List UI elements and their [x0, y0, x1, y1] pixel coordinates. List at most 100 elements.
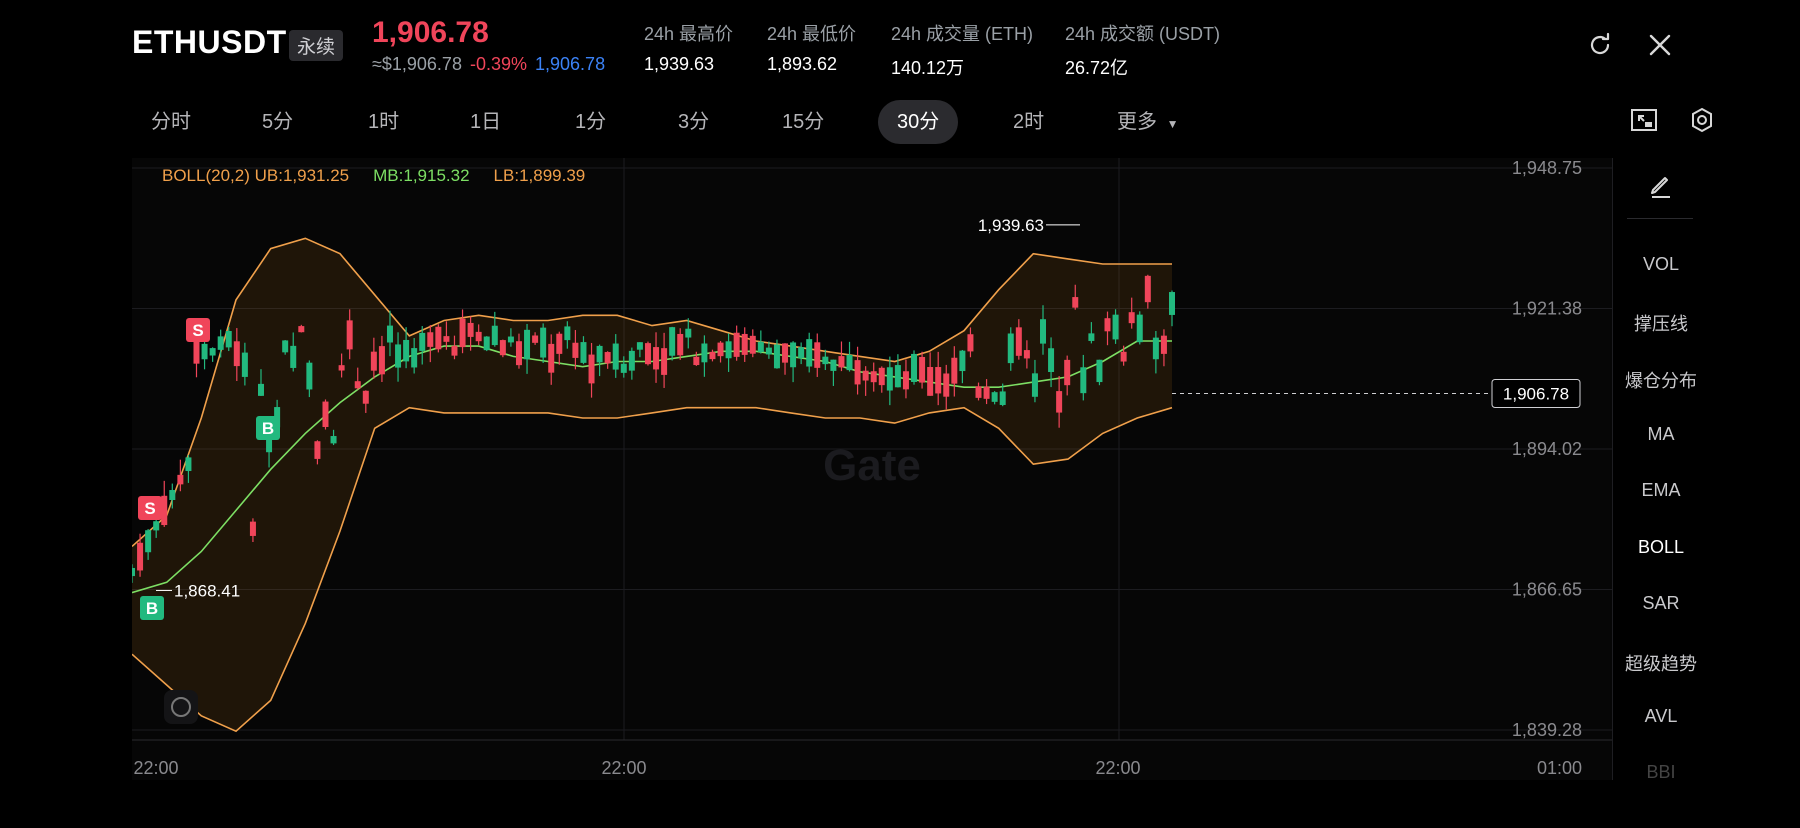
sidebar-item-ma[interactable]: MA: [1613, 424, 1709, 445]
fullscreen-chart-icon[interactable]: [1626, 102, 1662, 138]
change-percent: -0.39%: [469, 54, 528, 74]
gate-watermark: Gate: [823, 441, 921, 490]
candle-body: [846, 354, 853, 371]
price-axis-label: 1,894.02: [1512, 439, 1582, 459]
candle-body: [894, 365, 901, 388]
candle-body: [612, 343, 619, 370]
legend-boll-params: BOLL(20,2): [162, 166, 250, 185]
more-label: 更多: [1117, 111, 1157, 133]
candle-body: [459, 318, 466, 348]
candle-body: [290, 345, 297, 368]
sidebar-item-vol[interactable]: VOL: [1613, 254, 1709, 275]
candle-body: [1080, 367, 1087, 394]
candle-body: [378, 346, 385, 375]
candle-body: [878, 367, 885, 386]
candle-body: [483, 336, 490, 351]
candle-body: [733, 332, 740, 357]
candle-body: [1136, 314, 1143, 343]
candle-body: [233, 341, 240, 367]
candle-body: [1056, 391, 1063, 413]
candle-body: [790, 342, 797, 368]
tab-1m[interactable]: 1分: [575, 100, 606, 144]
sidebar-item-avl[interactable]: AVL: [1613, 706, 1709, 727]
sell-marker: S: [144, 499, 155, 518]
candle-body: [306, 362, 313, 390]
sidebar-item-boll[interactable]: BOLL: [1613, 537, 1709, 558]
stat-label: 24h 成交量 (ETH): [891, 24, 1034, 44]
candle-body: [886, 367, 893, 391]
buy-marker: B: [146, 599, 158, 618]
sidebar-item-bbi[interactable]: BBI: [1613, 762, 1709, 778]
refresh-icon[interactable]: [1582, 27, 1618, 63]
candle-body: [798, 347, 805, 359]
settings-icon[interactable]: [1684, 102, 1720, 138]
sidebar-item-ema[interactable]: EMA: [1613, 480, 1709, 501]
candle-body: [217, 336, 224, 350]
indicator-sidebar: VOL 撑压线 爆仓分布 MA EMA BOLL SAR 超级趋势 AVL BB…: [1612, 158, 1709, 780]
stat-24h-turnover: 24h 成交额 (USDT) 26.72亿: [1065, 20, 1220, 80]
tab-3m[interactable]: 3分: [678, 100, 709, 144]
candle-body: [185, 457, 192, 472]
candle-body: [782, 343, 789, 363]
current-price-label: 1,906.78: [1503, 384, 1569, 403]
candle-body: [870, 371, 877, 383]
candle-body: [249, 521, 256, 536]
candle-body: [951, 357, 958, 384]
sidebar-item-support-resistance[interactable]: 撑压线: [1613, 310, 1709, 336]
candle-body: [927, 367, 934, 396]
candle-body: [257, 383, 264, 396]
candle-body: [467, 322, 474, 337]
sidebar-item-liquidation[interactable]: 爆仓分布: [1613, 367, 1709, 393]
sidebar-item-supertrend[interactable]: 超级趋势: [1613, 650, 1709, 676]
candle-body: [854, 360, 861, 385]
candle-body: [370, 351, 377, 371]
price-subline: ≈$1,906.78 -0.39% 1,906.78: [372, 54, 605, 75]
legend-ub: UB:1,931.25: [254, 166, 350, 185]
interval-tabs: 分时 5分 1时 1日 1分 3分 15分 30分 2时 更多 ▼: [0, 100, 1400, 144]
tab-2h[interactable]: 2时: [1013, 100, 1044, 144]
candle-body: [814, 342, 821, 368]
candle-body: [1023, 350, 1030, 359]
legend-lb: LB:1,899.39: [493, 166, 586, 185]
draw-pencil-icon[interactable]: [1643, 168, 1679, 204]
candle-body: [1128, 312, 1135, 324]
stat-value: 1,939.63: [644, 54, 715, 74]
candle-body: [548, 343, 555, 373]
tab-15m[interactable]: 15分: [782, 100, 824, 144]
candle-body: [153, 521, 160, 531]
tab-fenshi[interactable]: 分时: [151, 100, 191, 144]
tab-1d[interactable]: 1日: [470, 100, 501, 144]
candle-body: [1096, 359, 1103, 383]
candle-body: [386, 325, 393, 343]
candle-body: [919, 356, 926, 383]
candle-body: [685, 328, 692, 338]
candle-body: [959, 350, 966, 372]
tab-5m[interactable]: 5分: [262, 100, 293, 144]
time-axis-label: 22:00: [601, 758, 646, 778]
sidebar-item-sar[interactable]: SAR: [1613, 593, 1709, 614]
close-icon[interactable]: [1642, 27, 1678, 63]
candle-body: [999, 391, 1006, 405]
candle-body: [588, 354, 595, 384]
candle-body: [1015, 327, 1022, 356]
stat-value: 26.72亿: [1065, 58, 1129, 78]
buy-marker: B: [262, 419, 274, 438]
candle-body: [282, 340, 289, 353]
high-price-label: 1,939.63: [978, 216, 1044, 235]
time-axis-label: 22:00: [133, 758, 178, 778]
candle-body: [725, 341, 732, 359]
tab-1h[interactable]: 1时: [368, 100, 399, 144]
tab-30m[interactable]: 30分: [878, 100, 959, 144]
candle-body: [564, 326, 571, 341]
candle-body: [822, 356, 829, 365]
price-chart[interactable]: Gate 1,948.75 1,921.38 1,894.02 1,866.65 1,8…: [132, 158, 1612, 780]
last-price: 1,906.78: [372, 16, 489, 49]
candle-body: [145, 530, 152, 553]
candle-body: [677, 333, 684, 356]
candle-body: [580, 342, 587, 363]
candle-body: [532, 335, 539, 343]
tab-more[interactable]: 更多 ▼: [1117, 100, 1178, 144]
candle-body: [1104, 318, 1111, 332]
price-axis-label: 1,839.28: [1512, 720, 1582, 740]
boll-legend: BOLL(20,2) UB:1,931.25 MB:1,915.32 LB:1,89…: [162, 166, 585, 186]
